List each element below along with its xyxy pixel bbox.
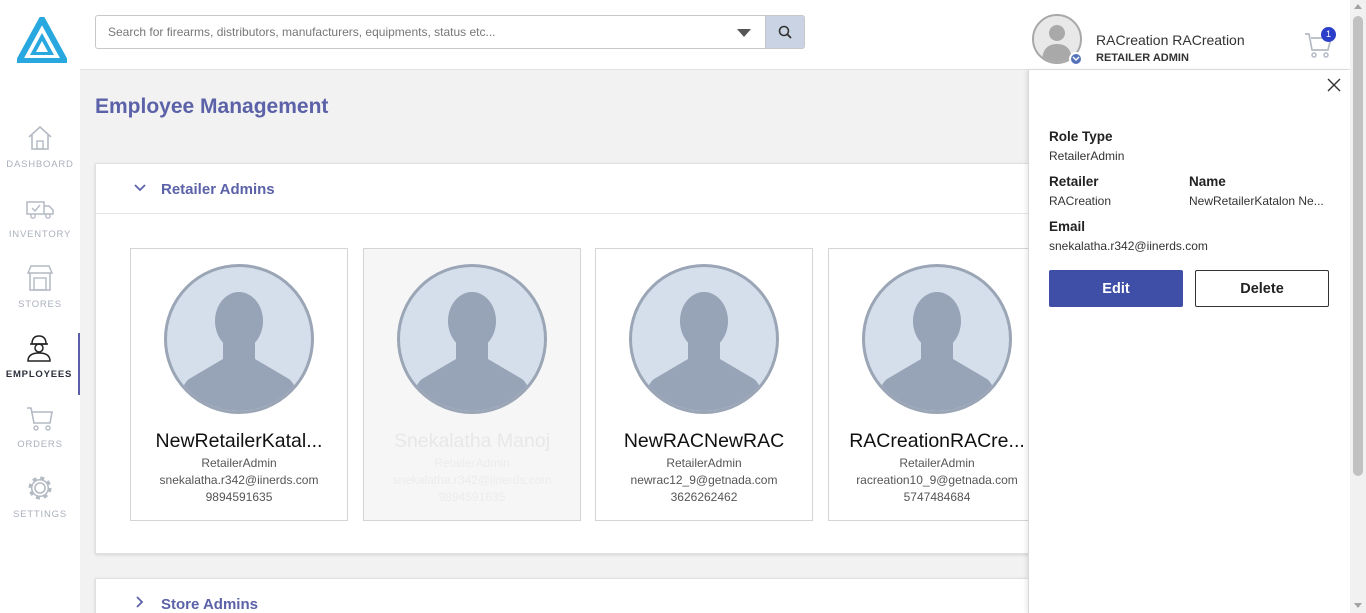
- employee-role: RetailerAdmin: [666, 456, 742, 470]
- name-value: NewRetailerKatalon Ne...: [1189, 194, 1324, 208]
- nav-orders-label: ORDERS: [17, 439, 63, 450]
- user-silhouette-icon: [877, 292, 997, 411]
- scrollbar[interactable]: [1350, 0, 1366, 613]
- close-icon[interactable]: [1327, 78, 1341, 92]
- store-admins-header[interactable]: Store Admins: [96, 579, 1054, 613]
- search-input[interactable]: [96, 16, 716, 48]
- nav-orders[interactable]: ORDERS: [0, 403, 80, 465]
- retailer-value: RACreation: [1049, 194, 1112, 208]
- nav-stores-label: STORES: [18, 299, 62, 310]
- scroll-up-arrow[interactable]: [1354, 4, 1362, 9]
- nav-inventory[interactable]: INVENTORY: [0, 193, 80, 255]
- chevron-down-icon[interactable]: [737, 29, 751, 37]
- employee-detail-panel: Role Type RetailerAdmin Retailer RACreat…: [1028, 70, 1350, 613]
- name-label: Name: [1189, 174, 1226, 189]
- user-name: RACreation RACreation: [1096, 32, 1245, 48]
- nav-settings-label: SETTINGS: [13, 509, 67, 520]
- edit-button[interactable]: Edit: [1049, 270, 1183, 307]
- employee-phone: 3626262462: [670, 490, 738, 504]
- cart-icon: [27, 407, 53, 431]
- gear-icon: [28, 476, 52, 500]
- employee-email: snekalatha.r342@iinerds.com: [159, 473, 319, 487]
- retailer-admins-header[interactable]: Retailer Admins: [96, 164, 1054, 214]
- email-label: Email: [1049, 219, 1086, 234]
- search-bar: [95, 15, 765, 49]
- store-icon: [26, 265, 54, 291]
- employee-role: RetailerAdmin: [434, 456, 510, 470]
- nav-dashboard[interactable]: DASHBOARD: [0, 123, 80, 185]
- nav-stores[interactable]: STORES: [0, 263, 80, 325]
- chevron-down-icon: [134, 184, 146, 192]
- employee-name: NewRACNewRAC: [623, 430, 785, 452]
- app-logo[interactable]: [17, 17, 67, 63]
- user-menu-toggle[interactable]: [1069, 52, 1083, 66]
- avatar: [164, 264, 314, 414]
- page-title: Employee Management: [95, 95, 329, 118]
- avatar: [397, 264, 547, 414]
- scroll-thumb[interactable]: [1353, 16, 1363, 476]
- employee-role: RetailerAdmin: [899, 456, 975, 470]
- user-role: RETAILER ADMIN: [1096, 52, 1189, 64]
- search-icon: [778, 25, 792, 39]
- employee-name: Snekalatha Manoj: [393, 430, 551, 452]
- employee-card[interactable]: NewRACNewRAC RetailerAdmin newrac12_9@ge…: [595, 248, 813, 521]
- top-bar: RACreation RACreation RETAILER ADMIN 1: [80, 0, 1350, 70]
- cart-count-badge: 1: [1321, 27, 1336, 42]
- nav-dashboard-label: DASHBOARD: [6, 159, 74, 170]
- employee-phone: 9894591635: [205, 490, 273, 504]
- employee-icon: [27, 335, 51, 362]
- user-silhouette-icon: [179, 292, 299, 411]
- employee-card[interactable]: Snekalatha Manoj RetailerAdmin snekalath…: [363, 248, 581, 521]
- employee-card[interactable]: NewRetailerKatal... RetailerAdmin snekal…: [130, 248, 348, 521]
- nav-settings[interactable]: SETTINGS: [0, 473, 80, 535]
- truck-icon: [26, 201, 54, 219]
- scroll-down-arrow[interactable]: [1354, 603, 1362, 608]
- nav-employees-label: EMPLOYEES: [5, 369, 73, 380]
- role-type-label: Role Type: [1049, 129, 1113, 144]
- role-type-value: RetailerAdmin: [1049, 149, 1125, 163]
- user-silhouette-icon: [412, 292, 532, 411]
- retailer-label: Retailer: [1049, 174, 1099, 189]
- employee-name: NewRetailerKatal...: [155, 430, 323, 452]
- employee-email: newrac12_9@getnada.com: [630, 473, 778, 487]
- employee-email: snekalatha.r342@iinerds.com: [392, 473, 552, 487]
- store-admins-section: Store Admins: [95, 578, 1055, 613]
- employee-name: RACreationRACre...: [849, 430, 1025, 452]
- user-silhouette-icon: [644, 292, 764, 411]
- employee-email: racreation10_9@getnada.com: [856, 473, 1018, 487]
- section-label: Retailer Admins: [161, 181, 275, 198]
- sidebar: DASHBOARD INVENTORY STORES EMPLOYEES ORD…: [0, 0, 80, 613]
- chevron-down-icon: [1072, 56, 1080, 61]
- employee-phone: 9894591635: [438, 490, 506, 504]
- avatar: [629, 264, 779, 414]
- employee-phone: 5747484684: [903, 490, 971, 504]
- employee-role: RetailerAdmin: [201, 456, 277, 470]
- delete-button[interactable]: Delete: [1195, 270, 1329, 307]
- email-value: snekalatha.r342@iinerds.com: [1049, 239, 1208, 253]
- nav-employees[interactable]: EMPLOYEES: [0, 333, 80, 395]
- section-label: Store Admins: [161, 596, 258, 613]
- nav-inventory-label: INVENTORY: [8, 229, 72, 240]
- search-button[interactable]: [765, 15, 805, 49]
- employee-card[interactable]: RACreationRACre... RetailerAdmin racreat…: [828, 248, 1046, 521]
- chevron-right-icon: [136, 596, 144, 608]
- avatar: [862, 264, 1012, 414]
- home-icon: [28, 125, 52, 150]
